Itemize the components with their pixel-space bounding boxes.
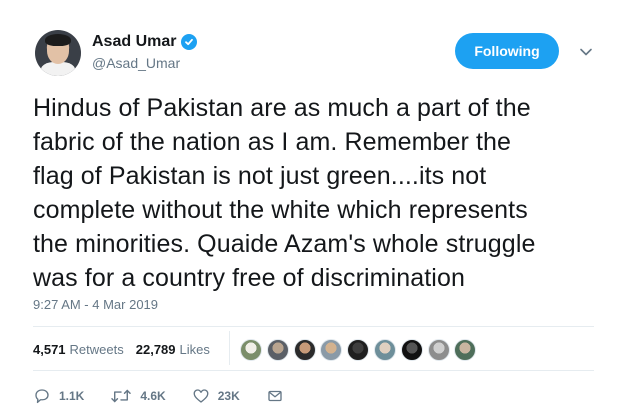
tweet-actions: 1.1K 4.6K 23K xyxy=(33,387,310,405)
liker-avatar[interactable] xyxy=(266,339,289,361)
author-name-row[interactable]: Asad Umar xyxy=(92,33,198,51)
avatar[interactable] xyxy=(35,30,81,76)
liker-avatars xyxy=(240,339,481,361)
reply-count: 1.1K xyxy=(59,389,85,403)
tweet-text-line: flag of Pakistan is not just green....it… xyxy=(33,162,487,190)
reply-button[interactable]: 1.1K xyxy=(33,387,84,405)
tweet-text-line: fabric of the nation as I am. Remember t… xyxy=(33,128,512,156)
divider-top xyxy=(33,326,594,327)
likes-label[interactable]: Likes xyxy=(180,342,210,357)
liker-avatar[interactable] xyxy=(400,339,423,361)
retweet-icon xyxy=(111,389,132,403)
envelope-icon xyxy=(268,390,282,402)
reply-icon xyxy=(35,389,49,404)
avatar-shirt xyxy=(41,62,75,76)
tweet-text-line: was for a country free of discrimination xyxy=(33,264,465,292)
retweets-label[interactable]: Retweets xyxy=(70,342,124,357)
following-button[interactable]: Following xyxy=(455,33,559,69)
liker-avatar[interactable] xyxy=(293,339,316,361)
retweet-button[interactable]: 4.6K xyxy=(110,387,166,405)
tweet-timestamp[interactable]: 9:27 AM - 4 Mar 2019 xyxy=(33,297,158,312)
tweet-text-line: complete without the white which represe… xyxy=(33,196,528,224)
avatar-hair xyxy=(45,34,71,46)
liker-avatar[interactable] xyxy=(347,339,370,361)
stats-separator xyxy=(229,331,230,365)
divider-bottom xyxy=(33,370,594,371)
tweet-card: Asad Umar @Asad_Umar Following Hindus of… xyxy=(0,0,628,417)
retweets-count[interactable]: 4,571 xyxy=(33,342,66,357)
like-button[interactable]: 23K xyxy=(192,387,240,405)
author-handle[interactable]: @Asad_Umar xyxy=(92,55,180,71)
retweet-count: 4.6K xyxy=(140,389,166,403)
liker-avatar[interactable] xyxy=(373,339,396,361)
liker-avatar[interactable] xyxy=(454,339,477,361)
tweet-stats: 4,571 Retweets 22,789 Likes xyxy=(33,342,222,357)
tweet-text-line: Hindus of Pakistan are as much a part of… xyxy=(33,94,531,122)
tweet-text: Hindus of Pakistan are as much a part of… xyxy=(33,91,603,295)
verified-badge-icon xyxy=(181,34,198,50)
chevron-down-icon[interactable] xyxy=(578,44,594,60)
author-display-name[interactable]: Asad Umar xyxy=(92,33,176,51)
heart-icon xyxy=(193,389,209,403)
tweet-text-line: the minorities. Quaide Azam's whole stru… xyxy=(33,230,536,258)
liker-avatar[interactable] xyxy=(320,339,343,361)
liker-avatar[interactable] xyxy=(427,339,450,361)
direct-message-button[interactable] xyxy=(266,387,284,405)
likes-count[interactable]: 22,789 xyxy=(136,342,176,357)
like-count: 23K xyxy=(217,389,240,403)
liker-avatar[interactable] xyxy=(240,339,262,361)
